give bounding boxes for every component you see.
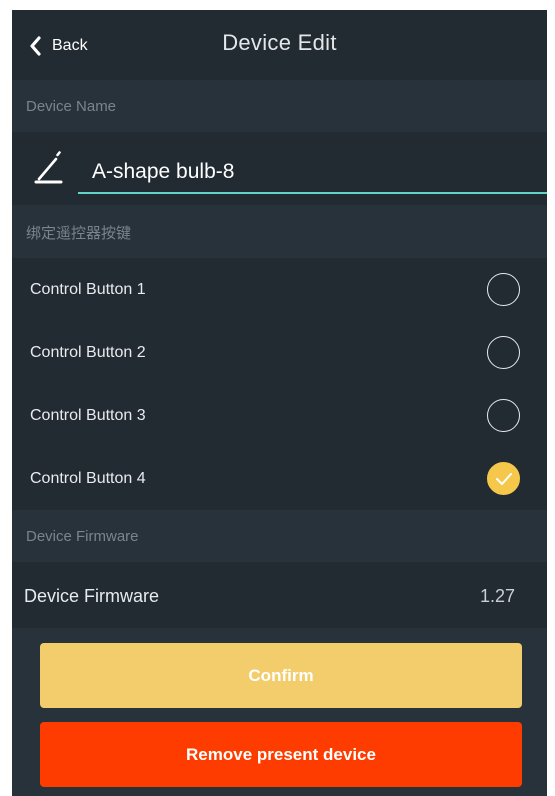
control-button-row-3[interactable]: Control Button 3: [12, 384, 547, 447]
firmware-section-header: Device Firmware: [12, 510, 547, 562]
radio-unchecked-icon[interactable]: [487, 336, 520, 369]
control-button-label: Control Button 3: [30, 406, 146, 424]
bind-buttons-section-header: 绑定遥控器按键: [12, 206, 547, 258]
device-edit-screen: Back Device Edit Device Name 绑定遥控器按键 Con…: [12, 10, 547, 796]
device-name-section-header: Device Name: [12, 80, 547, 132]
control-button-label: Control Button 4: [30, 469, 146, 487]
control-button-row-4[interactable]: Control Button 4: [12, 447, 547, 510]
control-button-row-1[interactable]: Control Button 1: [12, 258, 547, 321]
control-button-row-2[interactable]: Control Button 2: [12, 321, 547, 384]
nav-bar: Back Device Edit: [12, 10, 547, 80]
confirm-button[interactable]: Confirm: [40, 643, 522, 708]
pencil-icon: [32, 151, 66, 190]
firmware-row: Device Firmware 1.27: [12, 562, 547, 628]
page-title: Device Edit: [222, 30, 337, 55]
remove-device-button[interactable]: Remove present device: [40, 722, 522, 787]
firmware-version: 1.27: [479, 586, 515, 606]
firmware-label: Device Firmware: [24, 586, 160, 606]
control-button-list: Control Button 1 Control Button 2 Contro…: [12, 258, 547, 510]
control-button-label: Control Button 2: [30, 343, 146, 361]
radio-unchecked-icon[interactable]: [487, 273, 520, 306]
checkmark-icon[interactable]: [487, 462, 520, 495]
device-name-input[interactable]: [78, 152, 547, 194]
radio-unchecked-icon[interactable]: [487, 399, 520, 432]
control-button-label: Control Button 1: [30, 280, 146, 298]
